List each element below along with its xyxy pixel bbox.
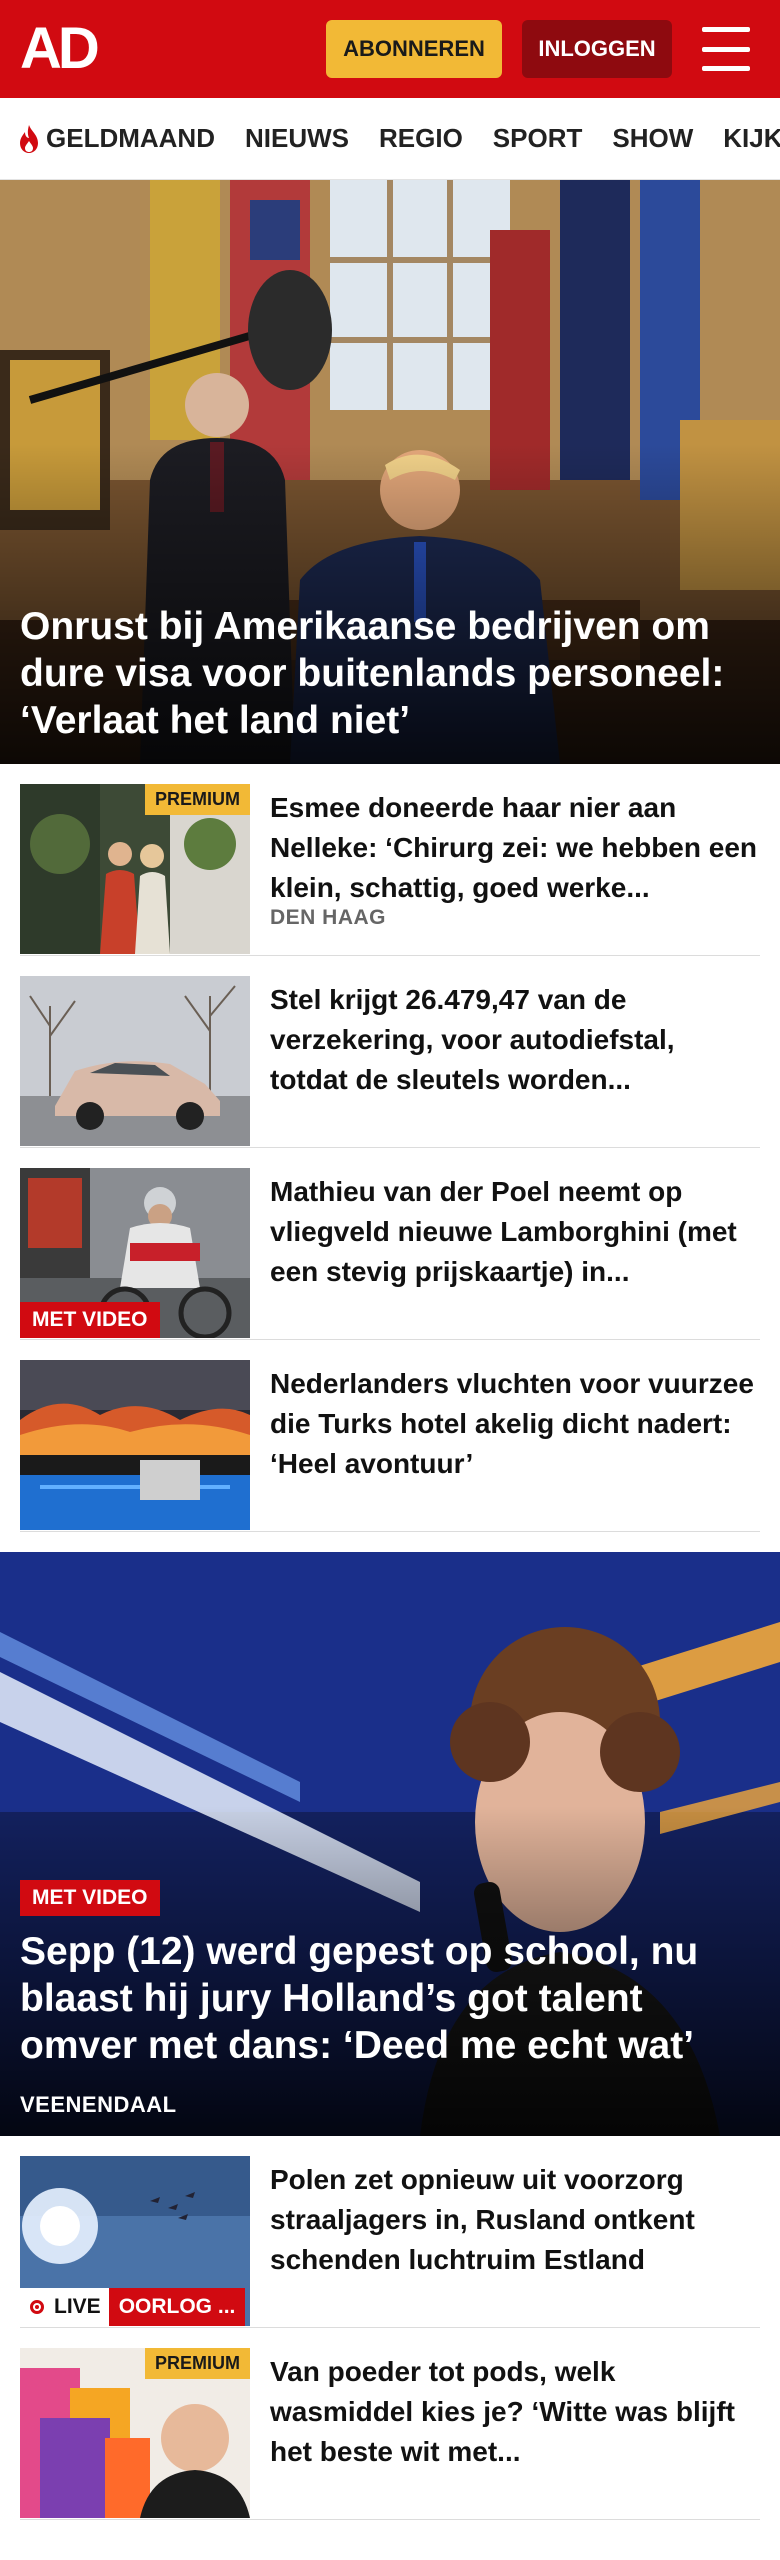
hero-article[interactable]: Onrust bij Amerikaanse bedrijven om dure… — [0, 180, 780, 764]
nav-item-geldmaand[interactable]: GELDMAAND — [18, 123, 215, 154]
article-title[interactable]: Nederlanders vluchten voor vuurzee die T… — [270, 1364, 760, 1484]
subscribe-button[interactable]: ABONNEREN — [326, 20, 502, 78]
article-title[interactable]: Stel krijgt 26.479,47 van de verzekering… — [270, 980, 760, 1100]
nav-label: GELDMAAND — [46, 123, 215, 153]
article-thumbnail: LIVE OORLOG ... — [20, 2156, 250, 2326]
topic-tag: OORLOG ... — [108, 2288, 246, 2326]
hamburger-menu-icon[interactable] — [702, 27, 750, 71]
thumbnail-image — [20, 1360, 250, 1530]
list-item[interactable]: Stel krijgt 26.479,47 van de verzekering… — [20, 956, 760, 1148]
list-item[interactable]: LIVE OORLOG ... Polen zet opnieuw uit vo… — [20, 2136, 760, 2328]
login-button[interactable]: INLOGGEN — [522, 20, 672, 78]
ad-logo[interactable]: AD — [20, 20, 100, 78]
list-item[interactable]: PREMIUM Van poeder tot pods, welk wasmid… — [20, 2328, 760, 2520]
nav-item-sport[interactable]: SPORT — [493, 123, 583, 154]
nav-item-show[interactable]: SHOW — [612, 123, 693, 154]
thumbnail-image — [20, 976, 250, 1146]
list-item[interactable]: PREMIUM Esmee doneerde haar nier aan Nel… — [20, 764, 760, 956]
premium-badge: PREMIUM — [145, 784, 250, 815]
article-title[interactable]: Esmee doneerde haar nier aan Nelleke: ‘C… — [270, 788, 760, 908]
feature-location: VEENENDAAL — [20, 2092, 177, 2117]
article-thumbnail: MET VIDEO — [20, 1168, 250, 1338]
video-badge: MET VIDEO — [20, 1302, 160, 1338]
nav-item-regio[interactable]: REGIO — [379, 123, 463, 154]
list-item[interactable]: MET VIDEO Mathieu van der Poel neemt op … — [20, 1148, 760, 1340]
article-title[interactable]: Polen zet opnieuw uit voorzorg straaljag… — [270, 2160, 760, 2280]
video-badge: MET VIDEO — [20, 1880, 160, 1916]
article-thumbnail: PREMIUM — [20, 2348, 250, 2518]
article-thumbnail — [20, 1360, 250, 1530]
feature-article[interactable]: MET VIDEO Sepp (12) werd gepest op schoo… — [0, 1552, 780, 2136]
article-title[interactable]: Van poeder tot pods, welk wasmiddel kies… — [270, 2352, 760, 2472]
article-thumbnail — [20, 976, 250, 1146]
hero-title[interactable]: Onrust bij Amerikaanse bedrijven om dure… — [20, 603, 760, 744]
article-title[interactable]: Mathieu van der Poel neemt op vliegveld … — [270, 1172, 760, 1292]
live-badge: LIVE OORLOG ... — [20, 2288, 246, 2326]
nav-item-kijk[interactable]: KIJK — [723, 123, 780, 154]
article-thumbnail: PREMIUM — [20, 784, 250, 954]
section-nav: GELDMAAND NIEUWS REGIO SPORT SHOW KIJK — [0, 98, 780, 180]
list-item[interactable]: Nederlanders vluchten voor vuurzee die T… — [20, 1340, 760, 1532]
live-dot-icon — [30, 2300, 44, 2314]
flame-icon — [20, 124, 38, 153]
live-label: LIVE — [54, 2295, 101, 2318]
nav-item-nieuws[interactable]: NIEUWS — [245, 123, 349, 154]
top-bar: AD ABONNEREN INLOGGEN — [0, 0, 780, 98]
article-location: DEN HAAG — [270, 906, 387, 929]
feature-title[interactable]: Sepp (12) werd gepest op school, nu blaa… — [20, 1928, 760, 2069]
premium-badge: PREMIUM — [145, 2348, 250, 2379]
